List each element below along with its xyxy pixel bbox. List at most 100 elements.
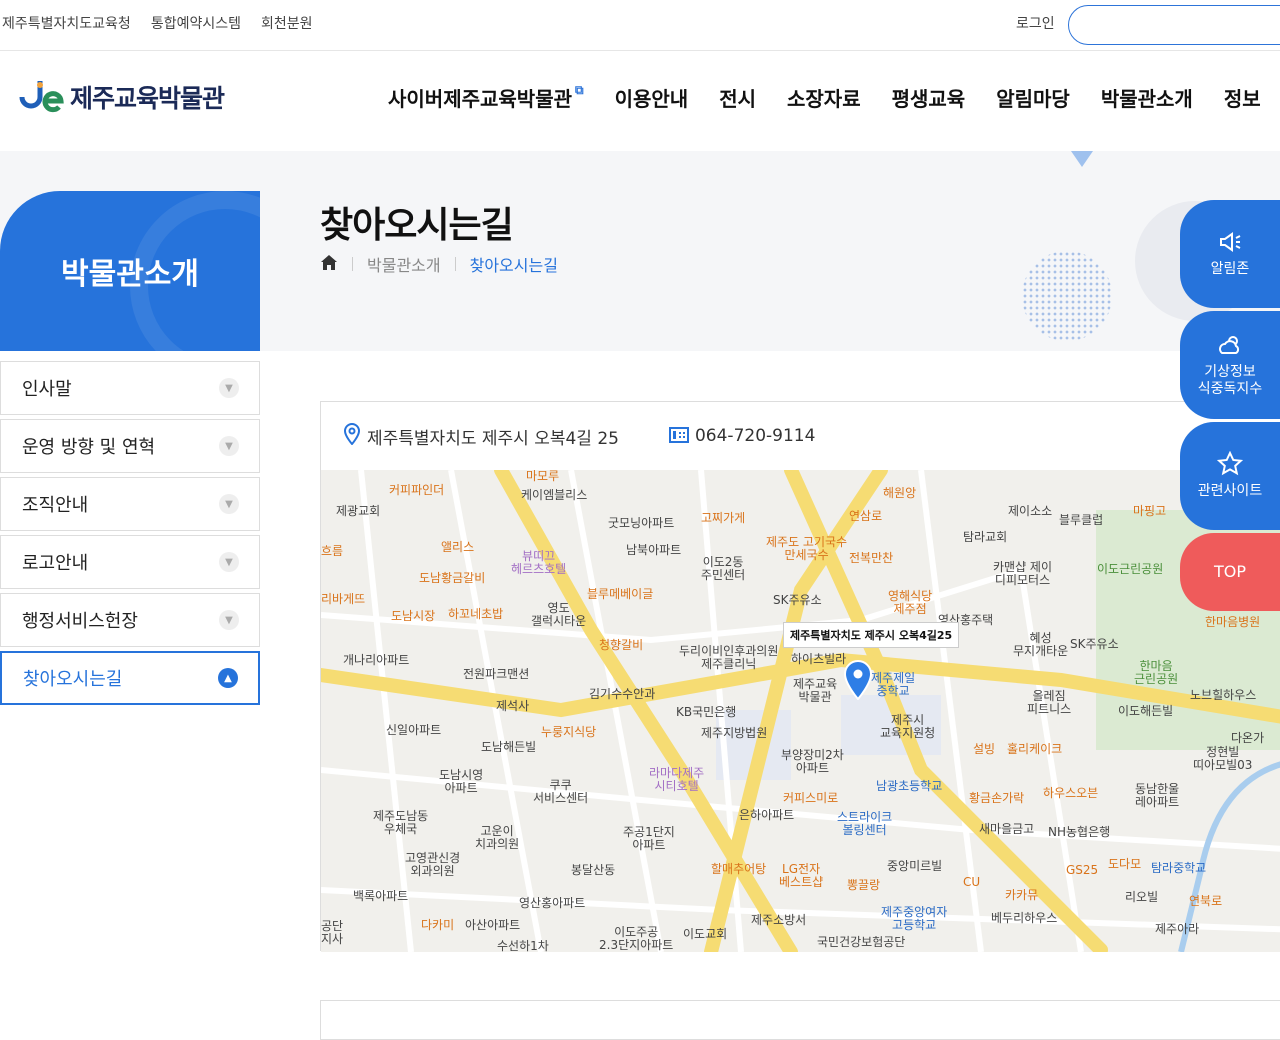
map-place-label: 중앙미르빌 bbox=[887, 859, 943, 873]
phone-icon bbox=[668, 425, 689, 448]
login-link[interactable]: 로그인 bbox=[1016, 13, 1055, 33]
external-link-icon: ⧉ bbox=[575, 83, 584, 97]
side-menu-logo[interactable]: 로고안내 ▼ bbox=[0, 535, 260, 589]
nav-museum-intro[interactable]: 박물관소개 bbox=[1101, 83, 1193, 112]
chevron-down-icon: ▼ bbox=[219, 494, 239, 514]
map-place-label: KB국민은행 bbox=[676, 705, 737, 719]
map-place-label: 스트라이크 볼링센터 bbox=[837, 810, 893, 838]
menu-label: 행정서비스헌장 bbox=[22, 611, 138, 632]
map-place-label: CU bbox=[963, 875, 981, 889]
chevron-down-icon: ▼ bbox=[219, 378, 239, 398]
map-place-label: 제석사 bbox=[496, 699, 530, 713]
nav-notice[interactable]: 알림마당 bbox=[996, 83, 1070, 112]
map-place-label: 한마음 근린공원 bbox=[1134, 659, 1179, 687]
map-place-label: 부양장미2차 아파트 bbox=[781, 748, 844, 776]
breadcrumb-separator bbox=[454, 257, 456, 271]
chevron-down-icon: ▼ bbox=[219, 552, 239, 572]
map-place-label: 홀리케이크 bbox=[1007, 742, 1063, 756]
map-place-label: 제이소소 bbox=[1008, 504, 1053, 518]
map-place-label: 은하아파트 bbox=[739, 808, 795, 822]
quick-related-sites[interactable]: 관련사이트 bbox=[1180, 422, 1280, 530]
map-place-label: 도남시장 bbox=[391, 609, 436, 623]
nav-usage-guide[interactable]: 이용안내 bbox=[615, 83, 689, 112]
nav-exhibition[interactable]: 전시 bbox=[719, 83, 756, 112]
side-menu-organization[interactable]: 조직안내 ▼ bbox=[0, 477, 260, 531]
side-title: 박물관소개 bbox=[0, 191, 260, 351]
map-place-label: 다카미 bbox=[421, 918, 455, 932]
breadcrumb-current[interactable]: 찾아오시는길 bbox=[470, 252, 558, 276]
map-place-label: 고찌가게 bbox=[701, 511, 746, 525]
map-place-label: 하이츠빌라 bbox=[791, 652, 847, 666]
map-place-label: 마핑고 bbox=[1133, 504, 1167, 518]
chevron-up-icon: ▲ bbox=[218, 668, 238, 688]
map-place-label: 케이엠블리스 bbox=[521, 488, 588, 502]
map-place-label: 노브힐하우스 bbox=[1190, 688, 1257, 702]
quick-weather[interactable]: 기상정보 식중독지수 bbox=[1180, 311, 1280, 419]
side-menu-directions[interactable]: 찾아오시는길 ▲ bbox=[0, 651, 260, 705]
map-place-label: 개나리아파트 bbox=[343, 653, 410, 667]
link-reservation-system[interactable]: 통합예약시스템 bbox=[151, 13, 241, 33]
map-place-label: 블루클럽 bbox=[1059, 513, 1104, 527]
map-place-label: 굿모닝아파트 bbox=[608, 516, 675, 530]
breadcrumb: 박물관소개 찾아오시는길 bbox=[320, 252, 558, 276]
map-place-label: 봉달산동 bbox=[571, 863, 616, 877]
map-place-label: 김기수수안과 bbox=[589, 687, 656, 701]
next-section-box bbox=[320, 1000, 1280, 1040]
utility-bar: 제주특별자치도교육청 통합예약시스템 회천분원 로그인 bbox=[0, 0, 1280, 51]
side-menu-greeting[interactable]: 인사말 ▼ bbox=[0, 361, 260, 415]
map-place-label: 흐름 bbox=[321, 544, 344, 558]
location-pin-icon bbox=[343, 422, 361, 450]
map-place-label: 혜성 무지개타운 bbox=[1013, 631, 1069, 659]
map-place-label: 마모루 bbox=[526, 470, 560, 483]
side-menu-history[interactable]: 운영 방향 및 연혁 ▼ bbox=[0, 419, 260, 473]
link-hoecheon-branch[interactable]: 회천분원 bbox=[261, 13, 313, 33]
map-place-label: 제주아라 bbox=[1155, 922, 1200, 936]
map-place-label: 도남황금갈비 bbox=[419, 571, 486, 585]
map-place-label: 남북아파트 bbox=[626, 543, 682, 557]
breadcrumb-item[interactable]: 박물관소개 bbox=[367, 252, 441, 276]
map-place-label: 제주시 교육지원청 bbox=[880, 713, 936, 741]
map-place-label: 청향갈비 bbox=[599, 638, 644, 652]
map-place-label: 주공1단지 아파트 bbox=[623, 825, 675, 853]
map-place-label: 두리이비인후과의원 제주클리닉 bbox=[679, 644, 779, 672]
chevron-down-icon: ▼ bbox=[219, 610, 239, 630]
star-icon bbox=[1216, 450, 1244, 477]
map-place-label: 카카뮤 bbox=[1005, 888, 1039, 902]
map-place-label: 이도교회 bbox=[683, 927, 728, 941]
map-place-label: 남광초등학교 bbox=[876, 779, 943, 793]
map-place-label: 새마을금고 bbox=[979, 822, 1035, 836]
map-place-label: 영해식당 제주점 bbox=[888, 589, 933, 617]
map-place-label: 정현빌 띠아모빌03 bbox=[1193, 745, 1253, 773]
top-button[interactable]: TOP bbox=[1180, 533, 1280, 611]
home-icon[interactable] bbox=[320, 253, 338, 275]
menu-label: 로고안내 bbox=[22, 553, 89, 574]
side-menu-service-charter[interactable]: 행정서비스헌장 ▼ bbox=[0, 593, 260, 647]
menu-label: 운영 방향 및 연혁 bbox=[22, 437, 156, 458]
quick-menu: 알림존 기상정보 식중독지수 관련사이트 TOP bbox=[1180, 200, 1280, 614]
emblem-decor bbox=[130, 191, 260, 351]
map-place-label: 도다모 bbox=[1108, 857, 1142, 871]
quick-notice-zone[interactable]: 알림존 bbox=[1180, 200, 1280, 308]
main-nav: 사이버제주교육박물관 ⧉ 이용안내 전시 소장자료 평생교육 알림마당 박물관소개… bbox=[388, 83, 1261, 112]
map-place-label: 카맨샵 제이 디피모터스 bbox=[993, 560, 1053, 588]
link-jeju-education-office[interactable]: 제주특별자치도교육청 bbox=[2, 13, 131, 33]
decor-triangle bbox=[1071, 151, 1093, 167]
map-place-label: SK주유소 bbox=[773, 593, 822, 607]
page-title: 찾아오시는길 bbox=[320, 205, 514, 246]
map[interactable]: 마모루 커피파인더 케이엠블리스 제광교회 흐름 앨리스 뷰띠끄 헤르츠호텔 굿모닝아파트 고찌… bbox=[321, 470, 1280, 952]
nav-cyber-museum[interactable]: 사이버제주교육박물관 ⧉ bbox=[388, 83, 584, 112]
nav-collection[interactable]: 소장자료 bbox=[787, 83, 861, 112]
map-place-label: LG전자 베스트샵 bbox=[779, 862, 824, 890]
map-marker-icon[interactable] bbox=[843, 660, 873, 700]
logo-mark-icon bbox=[18, 79, 64, 115]
map-address-tag: 제주특별자치도 제주시 오복4길25 bbox=[783, 622, 960, 648]
search-input[interactable] bbox=[1068, 5, 1280, 45]
quick-label: 관련사이트 bbox=[1197, 483, 1263, 500]
nav-lifelong-education[interactable]: 평생교육 bbox=[892, 83, 966, 112]
nav-info[interactable]: 정보 bbox=[1224, 83, 1261, 112]
weather-icon bbox=[1217, 332, 1243, 358]
map-place-label: 제주제일 중학교 bbox=[871, 671, 916, 699]
site-logo[interactable]: 제주교육박물관 bbox=[18, 79, 225, 115]
site-header: 제주교육박물관 사이버제주교육박물관 ⧉ 이용안내 전시 소장자료 평생교육 알림… bbox=[0, 51, 1280, 151]
map-place-label: 연삼로 bbox=[849, 509, 883, 523]
